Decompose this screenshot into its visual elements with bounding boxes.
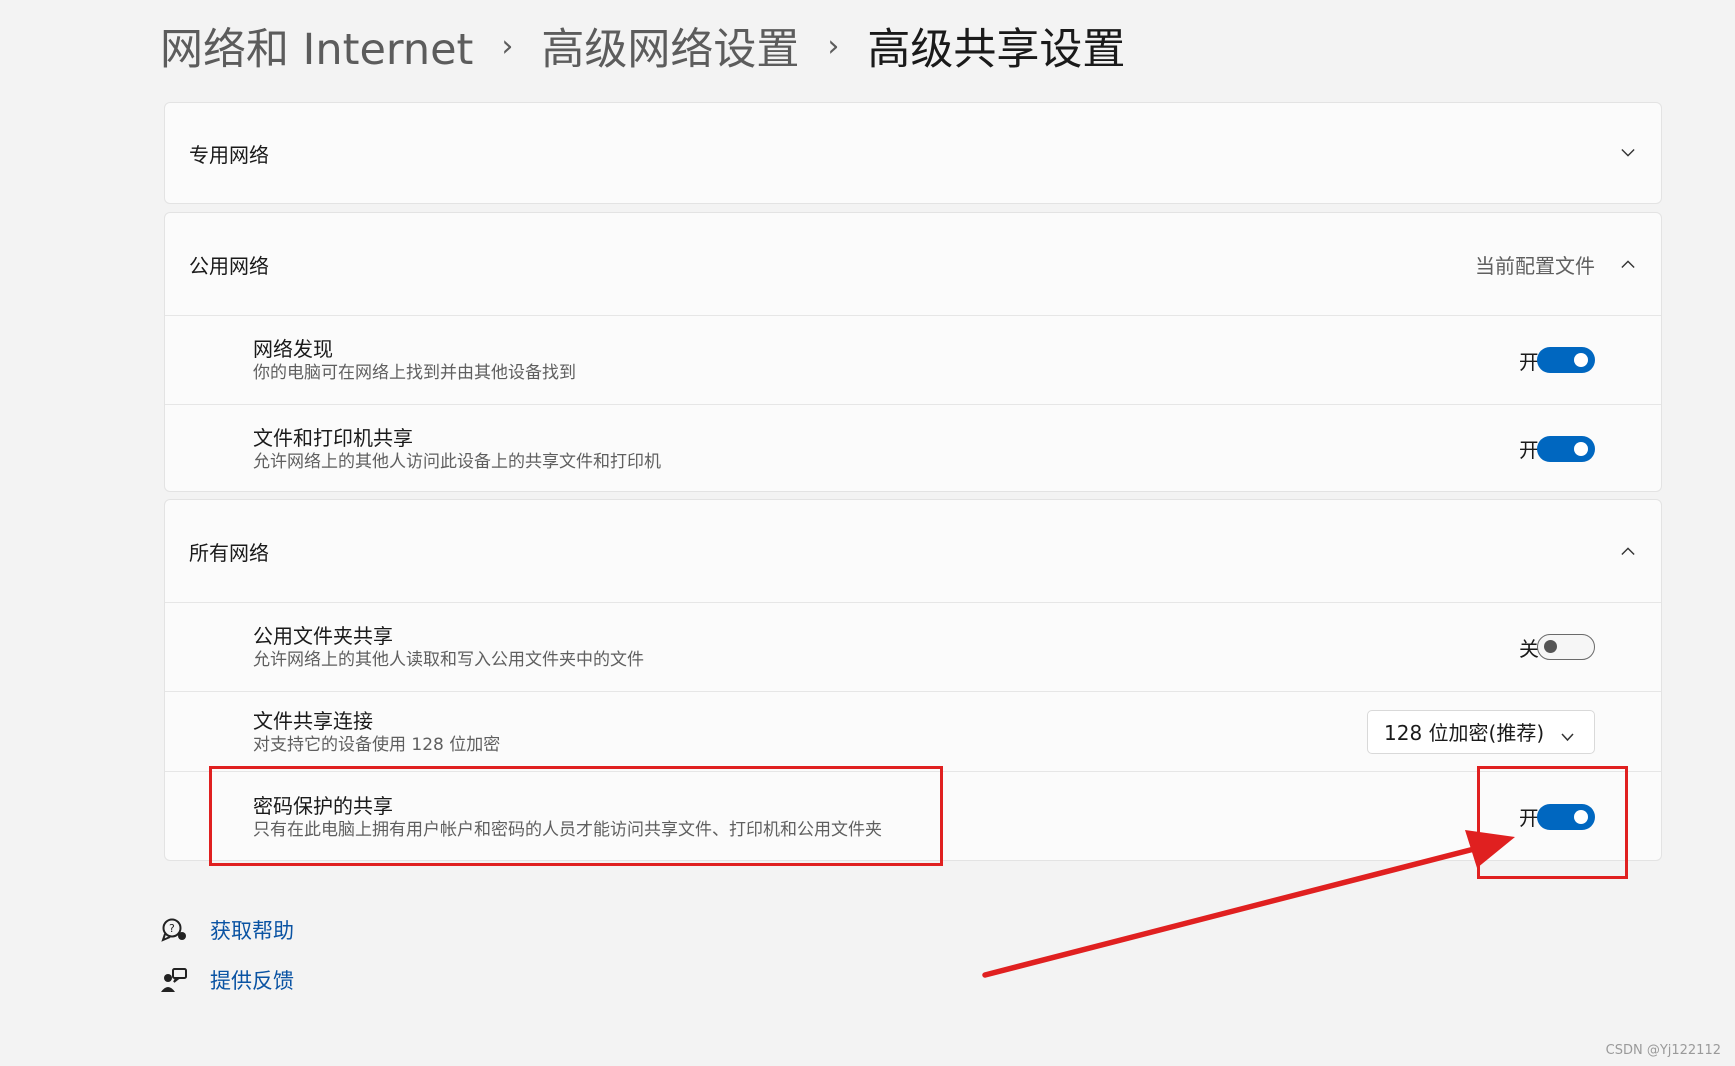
private-network-title: 专用网络 bbox=[189, 142, 269, 167]
chevron-up-icon[interactable] bbox=[1621, 257, 1635, 271]
public-network-title: 公用网络 bbox=[189, 253, 269, 278]
password-protected-sharing-toggle[interactable] bbox=[1537, 803, 1595, 830]
chevron-right-icon: › bbox=[827, 28, 840, 64]
get-help-link-row[interactable]: ? 获取帮助 bbox=[160, 905, 294, 955]
feedback-link-row[interactable]: 提供反馈 bbox=[160, 955, 294, 1005]
breadcrumb-advanced-network[interactable]: 高级网络设置 bbox=[541, 15, 799, 77]
help-chat-icon: ? bbox=[160, 916, 188, 944]
current-profile-label: 当前配置文件 bbox=[1475, 253, 1595, 278]
public-folder-sharing-toggle[interactable] bbox=[1537, 634, 1595, 660]
file-printer-sharing-desc: 允许网络上的其他人访问此设备上的共享文件和打印机 bbox=[253, 451, 661, 472]
public-folder-sharing-title: 公用文件夹共享 bbox=[253, 624, 393, 648]
encryption-dropdown[interactable]: 128 位加密(推荐) bbox=[1367, 709, 1595, 754]
breadcrumb-network-internet[interactable]: 网络和 Internet bbox=[160, 15, 473, 77]
all-networks-card: 所有网络 公用文件夹共享 允许网络上的其他人读取和写入公用文件夹中的文件 关 文… bbox=[164, 499, 1662, 861]
public-network-card: 公用网络 当前配置文件 网络发现 你的电脑可在网络上找到并由其他设备找到 开 文… bbox=[164, 212, 1662, 492]
public-folder-sharing-desc: 允许网络上的其他人读取和写入公用文件夹中的文件 bbox=[253, 650, 644, 670]
page-title: 高级共享设置 bbox=[867, 25, 1126, 75]
encryption-dropdown-value: 128 位加密(推荐) bbox=[1384, 721, 1545, 745]
private-network-card: 专用网络 bbox=[164, 102, 1662, 204]
file-printer-sharing-toggle[interactable] bbox=[1537, 435, 1595, 462]
file-sharing-connection-row: 文件共享连接 对支持它的设备使用 128 位加密 128 位加密(推荐) bbox=[165, 691, 1661, 771]
network-discovery-toggle[interactable] bbox=[1537, 347, 1595, 373]
private-network-header[interactable]: 专用网络 bbox=[165, 103, 1661, 203]
password-protected-sharing-title: 密码保护的共享 bbox=[253, 793, 393, 818]
password-protected-sharing-state: 开 bbox=[1519, 806, 1539, 830]
file-printer-sharing-row: 文件和打印机共享 允许网络上的其他人访问此设备上的共享文件和打印机 开 bbox=[165, 404, 1661, 492]
help-links: ? 获取帮助 提供反馈 bbox=[160, 905, 294, 1005]
chevron-down-icon[interactable] bbox=[1621, 146, 1635, 160]
file-printer-sharing-state: 开 bbox=[1519, 438, 1539, 462]
feedback-person-icon bbox=[160, 966, 188, 994]
public-folder-sharing-row: 公用文件夹共享 允许网络上的其他人读取和写入公用文件夹中的文件 关 bbox=[165, 602, 1661, 691]
public-folder-sharing-state: 关 bbox=[1519, 636, 1539, 661]
chevron-up-icon[interactable] bbox=[1621, 544, 1635, 558]
chevron-right-icon: › bbox=[501, 28, 514, 64]
password-protected-sharing-desc: 只有在此电脑上拥有用户帐户和密码的人员才能访问共享文件、打印机和公用文件夹 bbox=[253, 819, 882, 840]
chevron-down-icon bbox=[1561, 727, 1574, 746]
network-discovery-row: 网络发现 你的电脑可在网络上找到并由其他设备找到 开 bbox=[165, 315, 1661, 404]
get-help-link[interactable]: 获取帮助 bbox=[210, 915, 294, 945]
all-networks-title: 所有网络 bbox=[189, 540, 269, 565]
breadcrumb: 网络和 Internet › 高级网络设置 › 高级共享设置 bbox=[160, 14, 1125, 78]
file-sharing-connection-desc: 对支持它的设备使用 128 位加密 bbox=[253, 734, 501, 755]
network-discovery-title: 网络发现 bbox=[253, 337, 333, 361]
watermark: CSDN @Yj122112 bbox=[1605, 1043, 1721, 1058]
network-discovery-desc: 你的电脑可在网络上找到并由其他设备找到 bbox=[253, 363, 576, 383]
feedback-link[interactable]: 提供反馈 bbox=[210, 965, 294, 995]
all-networks-header[interactable]: 所有网络 bbox=[165, 500, 1661, 602]
file-printer-sharing-title: 文件和打印机共享 bbox=[253, 425, 413, 450]
file-sharing-connection-title: 文件共享连接 bbox=[253, 708, 373, 733]
password-protected-sharing-row: 密码保护的共享 只有在此电脑上拥有用户帐户和密码的人员才能访问共享文件、打印机和… bbox=[165, 771, 1661, 861]
network-discovery-state: 开 bbox=[1519, 349, 1539, 374]
svg-text:?: ? bbox=[169, 922, 175, 935]
public-network-header[interactable]: 公用网络 当前配置文件 bbox=[165, 213, 1661, 315]
